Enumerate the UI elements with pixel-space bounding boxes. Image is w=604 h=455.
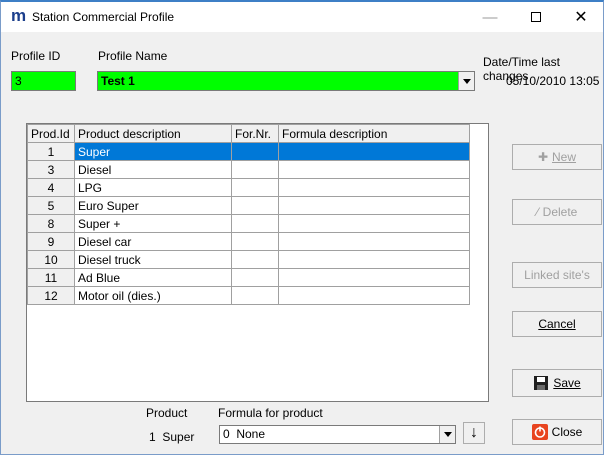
formula-label: Formula for product (218, 406, 323, 420)
minimize-button[interactable]: — (467, 2, 513, 32)
formula-dropdown-button[interactable] (439, 426, 455, 443)
delete-button[interactable]: ⁄ Delete (512, 199, 602, 225)
close-window-button[interactable]: ✕ (558, 2, 604, 32)
cell-formula-description (278, 178, 470, 197)
cell-prod-id: 12 (27, 286, 75, 305)
cell-product-description: LPG (74, 178, 232, 197)
minimize-icon: — (482, 8, 498, 26)
close-button[interactable]: Close (512, 419, 602, 445)
linked-sites-button[interactable]: Linked site's (512, 262, 602, 288)
window-title: Station Commercial Profile (32, 10, 175, 24)
save-button[interactable]: Save (512, 369, 602, 397)
pencil-icon: ⁄ (536, 205, 539, 219)
cell-prod-id: 9 (27, 232, 75, 251)
table-row[interactable]: 3 Diesel (27, 160, 470, 179)
apply-down-button[interactable]: ↓ (463, 422, 485, 444)
app-logo: m (11, 6, 27, 25)
column-header-formula-description[interactable]: Formula description (278, 124, 470, 143)
close-button-label: Close (551, 425, 583, 439)
close-icon: ✕ (574, 9, 588, 26)
cell-for-nr (231, 178, 279, 197)
column-header-prod-id[interactable]: Prod.Id (27, 124, 75, 143)
table-row[interactable]: 1 Super (27, 142, 470, 161)
delete-button-label: Delete (542, 205, 578, 219)
cell-prod-id: 4 (27, 178, 75, 197)
cell-formula-description (278, 214, 470, 233)
title-bar: m Station Commercial Profile — ✕ (1, 2, 603, 32)
cell-prod-id: 8 (27, 214, 75, 233)
cell-prod-id: 10 (27, 250, 75, 269)
cell-for-nr (231, 250, 279, 269)
cell-prod-id: 3 (27, 160, 75, 179)
cell-formula-description (278, 142, 470, 161)
table-row[interactable]: 8 Super + (27, 214, 470, 233)
formula-combo[interactable]: 0 None (219, 425, 456, 444)
table-row[interactable]: 10 Diesel truck (27, 250, 470, 269)
table-row[interactable]: 4 LPG (27, 178, 470, 197)
cell-for-nr (231, 286, 279, 305)
maximize-button[interactable] (513, 2, 559, 32)
cell-for-nr (231, 142, 279, 161)
date-value: 05/10/2010 13:05 (506, 74, 600, 88)
table-row[interactable]: 9 Diesel car (27, 232, 470, 251)
product-label: Product (146, 406, 188, 420)
chevron-down-icon (462, 78, 471, 84)
cell-product-description: Diesel car (74, 232, 232, 251)
cell-for-nr (231, 196, 279, 215)
cell-for-nr (231, 214, 279, 233)
cell-product-description: Super (74, 142, 232, 161)
maximize-icon (531, 12, 541, 22)
cell-for-nr (231, 232, 279, 251)
new-button[interactable]: ✚ New (512, 144, 602, 170)
station-commercial-profile-window: m Station Commercial Profile — ✕ Profile… (0, 0, 604, 455)
table-row[interactable]: 12 Motor oil (dies.) (27, 286, 470, 305)
formula-value: 0 None (223, 427, 266, 441)
cell-for-nr (231, 160, 279, 179)
profile-id-label: Profile ID (11, 49, 61, 63)
cancel-button[interactable]: Cancel (512, 311, 602, 337)
column-header-product-description[interactable]: Product description (74, 124, 232, 143)
cell-prod-id: 11 (27, 268, 75, 287)
cell-formula-description (278, 250, 470, 269)
cell-product-description: Diesel (74, 160, 232, 179)
cell-formula-description (278, 160, 470, 179)
cell-prod-id: 1 (27, 142, 75, 161)
cell-product-description: Diesel truck (74, 250, 232, 269)
new-button-label: New (552, 150, 577, 164)
cell-for-nr (231, 268, 279, 287)
cell-formula-description (278, 232, 470, 251)
chevron-down-icon (443, 432, 452, 437)
cell-formula-description (278, 196, 470, 215)
plus-icon: ✚ (537, 150, 549, 164)
product-value: 1 Super (149, 430, 195, 444)
power-icon (531, 424, 548, 440)
table-row[interactable]: 5 Euro Super (27, 196, 470, 215)
cell-prod-id: 5 (27, 196, 75, 215)
cell-product-description: Ad Blue (74, 268, 232, 287)
profile-name-combo[interactable]: Test 1 (97, 71, 475, 91)
linked-sites-button-label: Linked site's (524, 268, 590, 282)
profile-id-field[interactable]: 3 (11, 71, 76, 91)
floppy-disk-icon (534, 376, 549, 390)
products-grid[interactable]: Prod.Id Product description For.Nr. Form… (26, 123, 489, 402)
cell-formula-description (278, 286, 470, 305)
grid-header-row: Prod.Id Product description For.Nr. Form… (27, 124, 470, 143)
save-button-label: Save (553, 376, 581, 390)
arrow-down-icon: ↓ (470, 424, 478, 441)
cancel-button-label: Cancel (538, 317, 576, 331)
profile-name-value: Test 1 (101, 74, 135, 88)
profile-name-dropdown-button[interactable] (458, 72, 474, 90)
products-table: Prod.Id Product description For.Nr. Form… (27, 124, 470, 305)
cell-product-description: Euro Super (74, 196, 232, 215)
profile-id-value: 3 (15, 74, 22, 88)
cell-product-description: Motor oil (dies.) (74, 286, 232, 305)
table-row[interactable]: 11 Ad Blue (27, 268, 470, 287)
cell-product-description: Super + (74, 214, 232, 233)
column-header-for-nr[interactable]: For.Nr. (231, 124, 279, 143)
cell-formula-description (278, 268, 470, 287)
profile-name-label: Profile Name (98, 49, 168, 63)
